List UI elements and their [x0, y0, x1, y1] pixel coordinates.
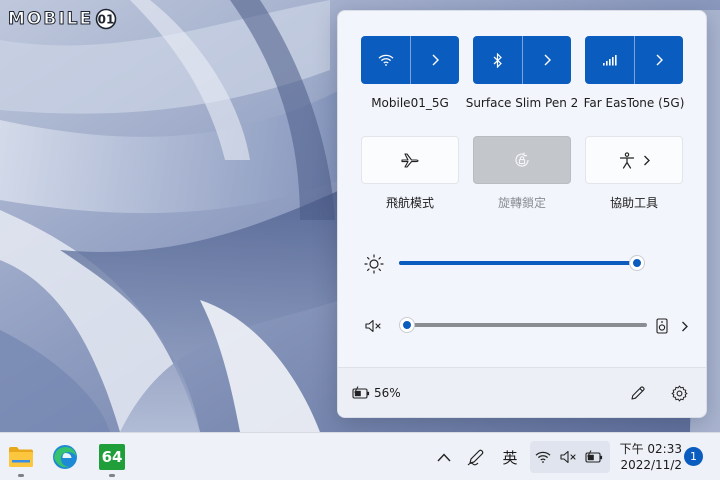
bluetooth-icon — [493, 52, 502, 68]
airplane-icon — [401, 153, 419, 168]
chevron-right-icon — [544, 54, 551, 66]
volume-slider[interactable] — [400, 318, 647, 332]
airplane-mode-label: 飛航模式 — [385, 196, 434, 210]
rotation-lock-button[interactable] — [473, 136, 571, 184]
audio-output-select-button[interactable] — [656, 316, 688, 336]
brightness-slider-thumb[interactable] — [630, 256, 644, 270]
clock-date[interactable]: 2022/11/2 — [612, 458, 682, 472]
bluetooth-tile — [473, 36, 571, 84]
volume-slider-thumb[interactable] — [400, 318, 414, 332]
bluetooth-expand-button[interactable] — [522, 36, 571, 84]
cellular-tile — [585, 36, 683, 84]
aida64-icon: 64 — [99, 444, 125, 470]
quick-settings-footer: 56% — [338, 367, 706, 417]
accessibility-label: 協助工具 — [609, 196, 658, 210]
battery-charging-icon — [585, 450, 603, 463]
file-explorer-icon — [9, 447, 33, 467]
speaker-device-icon — [656, 318, 668, 334]
pen-menu-button[interactable] — [465, 445, 487, 469]
cellular-tile-label: Far EasTone (5G) — [583, 96, 685, 110]
chevron-right-icon — [643, 155, 650, 165]
accessibility-icon — [619, 151, 634, 169]
cellular-icon — [602, 55, 617, 66]
file-explorer-running-indicator — [18, 474, 24, 477]
clock-time[interactable]: 下午 02:33 — [612, 440, 682, 457]
file-explorer-button[interactable] — [5, 441, 37, 473]
brightness-slider[interactable] — [399, 256, 644, 270]
airplane-mode-button[interactable] — [361, 136, 459, 184]
chevron-right-icon — [432, 54, 439, 66]
edge-browser-button[interactable] — [49, 441, 81, 473]
edit-pencil-icon[interactable] — [630, 385, 646, 401]
logo-text: MOBILE — [7, 9, 94, 30]
input-method-indicator: 英 — [502, 448, 518, 467]
mobile01-badge-icon: 01 — [95, 8, 117, 30]
show-hidden-icons-button[interactable] — [433, 445, 455, 469]
input-method-button[interactable]: 英 — [498, 445, 522, 469]
chevron-right-icon — [682, 321, 688, 331]
aida64-button[interactable]: 64 — [96, 441, 128, 473]
brightness-icon — [364, 254, 384, 274]
rotation-lock-label: 旋轉鎖定 — [497, 196, 546, 210]
wifi-tile — [361, 36, 459, 84]
aida64-icon-label: 64 — [101, 448, 123, 466]
chevron-up-icon — [437, 452, 451, 461]
rotation-lock-icon — [515, 152, 529, 167]
cellular-expand-button[interactable] — [634, 36, 683, 84]
bluetooth-toggle-button[interactable] — [473, 36, 522, 84]
pen-menu-icon — [467, 449, 484, 466]
mobile01-watermark-logo: MOBILE 01 — [7, 6, 117, 32]
wifi-expand-button[interactable] — [410, 36, 459, 84]
settings-gear-icon[interactable] — [671, 385, 688, 402]
cellular-toggle-button[interactable] — [585, 36, 634, 84]
wifi-icon — [535, 451, 551, 463]
battery-charging-icon — [352, 386, 370, 399]
taskbar: 64 英 下午 02:33 2022/11/2 1 — [0, 432, 720, 480]
svg-text:01: 01 — [98, 13, 115, 27]
quick-settings-panel: Mobile01_5G Surface Slim Pen 2 Far EasTo… — [337, 10, 707, 418]
volume-muted-icon — [365, 319, 381, 333]
wifi-icon — [378, 54, 393, 66]
wifi-tile-label: Mobile01_5G — [371, 96, 449, 110]
brightness-slider-fill — [399, 261, 637, 265]
network-volume-battery-button[interactable] — [530, 441, 610, 473]
aida64-running-indicator — [109, 474, 115, 477]
chevron-right-icon — [656, 54, 663, 66]
battery-percentage: 56% — [374, 386, 401, 400]
volume-muted-icon — [560, 450, 576, 464]
accessibility-button[interactable] — [585, 136, 683, 184]
bluetooth-tile-label: Surface Slim Pen 2 — [465, 96, 579, 110]
edge-browser-icon — [53, 445, 77, 469]
notification-count-badge[interactable]: 1 — [684, 447, 703, 466]
wifi-toggle-button[interactable] — [361, 36, 410, 84]
